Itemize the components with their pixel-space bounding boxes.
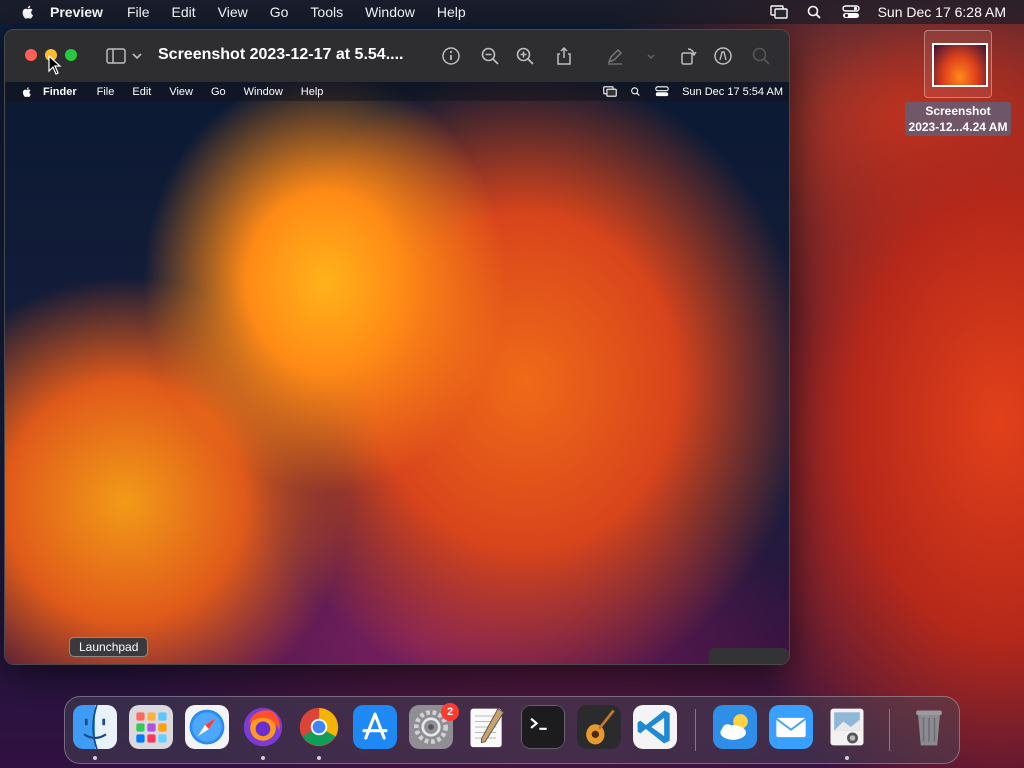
dock: 2: [64, 696, 960, 764]
launchpad-tooltip: Launchpad: [69, 637, 149, 657]
preview-icon[interactable]: [825, 705, 869, 749]
file-thumbnail: [924, 30, 992, 98]
screenshot-menu-go: Go: [210, 85, 226, 98]
sidebar-toggle-icon[interactable]: [105, 46, 127, 66]
running-indicator: [845, 756, 849, 760]
chevron-down-icon[interactable]: [131, 46, 143, 66]
screenshot-menu-view: View: [169, 85, 193, 98]
menu-bar: Preview File Edit View Go Tools Window H…: [0, 0, 1024, 24]
weather-icon[interactable]: [713, 705, 757, 749]
rotate-icon[interactable]: [678, 46, 698, 66]
zoom-in-icon[interactable]: [515, 46, 535, 66]
file-label-line2: 2023-12...4.24 AM: [908, 120, 1008, 134]
menubar-clock[interactable]: Sun Dec 17 6:28 AM: [878, 4, 1006, 20]
info-icon[interactable]: [441, 46, 461, 66]
screenshot-image: Finder File Edit View Go Window Help Sun…: [5, 82, 789, 664]
garageband-icon[interactable]: [577, 705, 621, 749]
search-icon[interactable]: [751, 46, 771, 66]
screenshot-menu-help: Help: [300, 85, 324, 98]
mouse-cursor-icon: [48, 55, 62, 75]
menu-view[interactable]: View: [218, 4, 248, 20]
file-label-line1: Screenshot: [925, 104, 991, 118]
menu-help[interactable]: Help: [437, 4, 466, 20]
menu-file[interactable]: File: [127, 4, 150, 20]
screen-mirroring-icon[interactable]: [769, 5, 788, 19]
screenshot-screen-mirroring-icon: [603, 86, 617, 97]
launchpad-icon[interactable]: [129, 705, 173, 749]
zoom-out-icon[interactable]: [480, 46, 500, 66]
close-window-button[interactable]: [25, 49, 37, 61]
running-indicator: [93, 756, 97, 760]
desktop-screenshot-file[interactable]: Screenshot 2023-12...4.24 AM: [898, 30, 1018, 136]
dock-separator: [889, 709, 890, 751]
chrome-icon[interactable]: [297, 705, 341, 749]
markup-icon[interactable]: [713, 46, 733, 66]
screenshot-clock: Sun Dec 17 5:54 AM: [682, 85, 783, 98]
apple-icon[interactable]: [20, 4, 36, 20]
mail-icon[interactable]: [769, 705, 813, 749]
highlight-pen-icon[interactable]: [605, 46, 625, 66]
screenshot-wallpaper: [5, 82, 789, 664]
screenshot-menu-file: File: [96, 85, 115, 98]
share-icon[interactable]: [554, 46, 574, 66]
textedit-icon[interactable]: [465, 705, 509, 749]
safari-icon[interactable]: [185, 705, 229, 749]
highlight-chevron-down-icon[interactable]: [645, 46, 657, 66]
menu-app-name[interactable]: Preview: [50, 4, 103, 20]
dock-separator: [695, 709, 696, 751]
app-store-icon[interactable]: [353, 705, 397, 749]
running-indicator: [261, 756, 265, 760]
control-center-icon[interactable]: [841, 5, 860, 19]
screenshot-menu-app-name: Finder: [43, 85, 77, 98]
screenshot-search-icon: [631, 87, 640, 96]
screenshot-menu-window: Window: [243, 85, 283, 98]
menu-tools[interactable]: Tools: [310, 4, 343, 20]
finder-icon[interactable]: [73, 705, 117, 749]
screenshot-menu-edit: Edit: [132, 85, 152, 98]
firefox-icon[interactable]: [241, 705, 285, 749]
window-title: Screenshot 2023-12-17 at 5.54....: [158, 46, 404, 63]
screenshot-menu-bar: Finder File Edit View Go Window Help Sun…: [5, 82, 789, 101]
window-toolbar: Screenshot 2023-12-17 at 5.54....: [5, 30, 789, 83]
spotlight-search-icon[interactable]: [806, 5, 824, 19]
preview-window: Screenshot 2023-12-17 at 5.54.... Finder…: [4, 29, 790, 665]
screenshot-control-center-icon: [655, 86, 669, 97]
screenshot-dock-edge: [709, 648, 789, 664]
vscode-icon[interactable]: [633, 705, 677, 749]
maximize-window-button[interactable]: [65, 49, 77, 61]
screenshot-apple-icon: [22, 86, 31, 97]
file-label: Screenshot 2023-12...4.24 AM: [904, 102, 1012, 136]
trash-icon[interactable]: [907, 705, 951, 749]
running-indicator: [317, 756, 321, 760]
terminal-icon[interactable]: [521, 705, 565, 749]
menu-window[interactable]: Window: [365, 4, 415, 20]
notification-badge: 2: [441, 703, 459, 721]
menu-go[interactable]: Go: [270, 4, 289, 20]
menu-edit[interactable]: Edit: [172, 4, 196, 20]
